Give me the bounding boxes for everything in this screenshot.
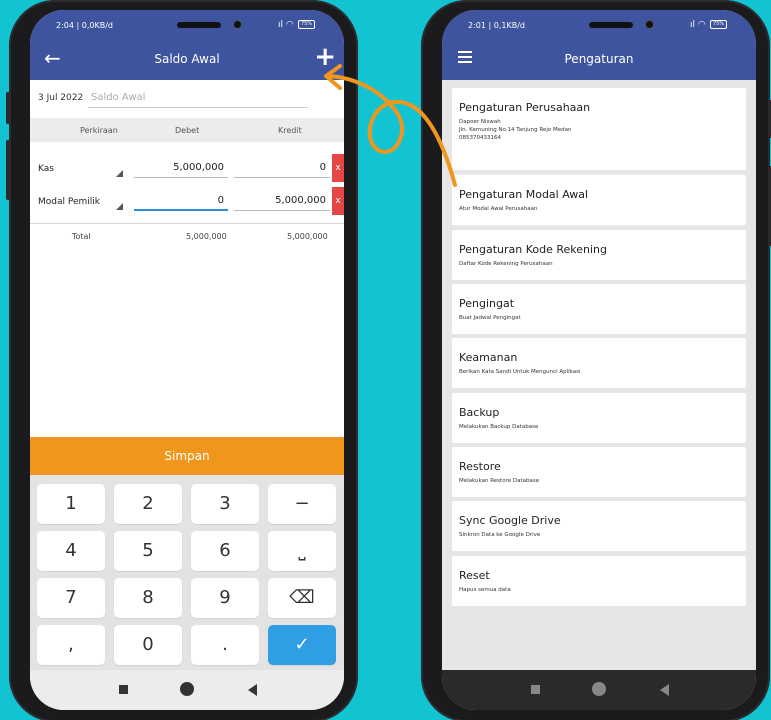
key-9[interactable]: 9 [191, 578, 259, 618]
key-0[interactable]: 0 [114, 625, 182, 665]
settings-item-restore[interactable]: Restore Melakukan Restore Database [452, 447, 746, 497]
settings-item-kode-rekening[interactable]: Pengaturan Kode Rekening Daftar Kode Rek… [452, 230, 746, 280]
debet-input[interactable]: 0 [134, 191, 228, 211]
item-title: Keamanan [459, 351, 518, 364]
status-time: 2:04 | 0,0KB/d [56, 21, 113, 30]
signal-icon: ıl ◠ [690, 20, 706, 30]
item-subtitle: 085370433164 [459, 135, 501, 141]
item-subtitle: Buat Jadwal Pengingat [459, 315, 521, 321]
debet-input[interactable]: 5,000,000 [134, 158, 228, 178]
item-subtitle: Dapoer Niswah [459, 119, 501, 125]
phone-pengaturan: 2:01 | 0,1KB/d ıl ◠ 75% Pengaturan Penga… [421, 0, 771, 720]
table-header: Perkiraan Debet Kredit [30, 118, 344, 142]
battery-icon: 75% [710, 20, 727, 29]
description-input[interactable]: Saldo Awal [88, 88, 308, 108]
column-header: Debet [175, 126, 200, 135]
confirm-check-icon[interactable]: ✓ [268, 625, 336, 665]
key-1[interactable]: 1 [37, 484, 105, 524]
divider [30, 223, 344, 224]
key-6[interactable]: 6 [191, 531, 259, 571]
signal-icon: ıl ◠ [278, 20, 294, 30]
column-header: Perkiraan [80, 126, 118, 135]
app-bar: ← Saldo Awal + [30, 40, 344, 80]
total-debet: 5,000,000 [186, 232, 227, 241]
total-kredit: 5,000,000 [287, 232, 328, 241]
camera-icon [645, 20, 654, 29]
column-header: Kredit [278, 126, 302, 135]
item-title: Pengaturan Kode Rekening [459, 243, 608, 256]
settings-item-perusahaan[interactable]: Pengaturan Perusahaan Dapoer Niswah Jln.… [452, 88, 746, 170]
back-icon[interactable] [660, 684, 669, 696]
item-title: Reset [459, 569, 490, 582]
key-comma[interactable]: , [37, 625, 105, 665]
item-subtitle: Melakukan Backup Database [459, 424, 539, 430]
key-3[interactable]: 3 [191, 484, 259, 524]
screen: 2:04 | 0,0KB/d ıl ◠ 75% ← Saldo Awal + 3… [30, 10, 344, 710]
account-select[interactable]: Kas [38, 164, 54, 174]
page-title: Pengaturan [564, 52, 634, 66]
kredit-input[interactable]: 5,000,000 [234, 191, 330, 211]
page-title: Saldo Awal [154, 52, 220, 66]
dropdown-triangle-icon [116, 170, 123, 177]
backspace-key-icon[interactable]: ⌫ [268, 578, 336, 618]
item-subtitle: Hapus semua data [459, 587, 511, 593]
date-field[interactable]: 3 Jul 2022 [38, 93, 83, 103]
table-row: Modal Pemilik 0 5,000,000 x [30, 187, 344, 215]
settings-item-reset[interactable]: Reset Hapus semua data [452, 556, 746, 606]
key-5[interactable]: 5 [114, 531, 182, 571]
key-minus[interactable]: − [268, 484, 336, 524]
key-4[interactable]: 4 [37, 531, 105, 571]
account-select[interactable]: Modal Pemilik [38, 197, 100, 207]
item-subtitle: Sinkron Data ke Google Drive [459, 532, 541, 538]
item-title: Pengaturan Perusahaan [459, 101, 591, 114]
item-subtitle: Jln. Kemuning No.14 Tanjung Rejo Medan [459, 127, 572, 133]
table-row: Kas 5,000,000 0 x [30, 154, 344, 182]
settings-item-backup[interactable]: Backup Melakukan Backup Database [452, 393, 746, 443]
home-icon[interactable] [592, 682, 606, 696]
key-8[interactable]: 8 [114, 578, 182, 618]
date-row: 3 Jul 2022 Saldo Awal [30, 84, 344, 112]
key-2[interactable]: 2 [114, 484, 182, 524]
item-subtitle: Melakukan Restore Database [459, 478, 540, 484]
item-subtitle: Berikan Kata Sandi Untuk Mengunci Aplika… [459, 369, 581, 375]
power-button [6, 140, 10, 200]
item-title: Backup [459, 406, 500, 419]
volume-button [6, 92, 10, 124]
battery-icon: 75% [298, 20, 315, 29]
status-bar: 2:01 | 0,1KB/d ıl ◠ 75% [442, 10, 756, 40]
settings-item-sync-google-drive[interactable]: Sync Google Drive Sinkron Data ke Google… [452, 501, 746, 551]
nav-bar [30, 670, 344, 710]
save-button[interactable]: Simpan [30, 437, 344, 475]
recents-icon[interactable] [119, 685, 128, 694]
item-title: Sync Google Drive [459, 514, 561, 527]
status-bar: 2:04 | 0,0KB/d ıl ◠ 75% [30, 10, 344, 40]
speaker-notch [177, 22, 221, 28]
camera-icon [233, 20, 242, 29]
settings-item-modal-awal[interactable]: Pengaturan Modal Awal Atur Modal Awal Pe… [452, 175, 746, 225]
dropdown-triangle-icon [116, 203, 123, 210]
item-title: Pengaturan Modal Awal [459, 188, 589, 201]
settings-item-keamanan[interactable]: Keamanan Berikan Kata Sandi Untuk Mengun… [452, 338, 746, 388]
app-bar: Pengaturan [442, 40, 756, 80]
status-time: 2:01 | 0,1KB/d [468, 21, 525, 30]
item-title: Pengingat [459, 297, 515, 310]
key-7[interactable]: 7 [37, 578, 105, 618]
speaker-notch [589, 22, 633, 28]
home-icon[interactable] [180, 682, 194, 696]
item-subtitle: Atur Modal Awal Perusahaan [459, 206, 538, 212]
settings-item-pengingat[interactable]: Pengingat Buat Jadwal Pengingat [452, 284, 746, 334]
curly-arrow-icon [324, 64, 457, 187]
key-period[interactable]: . [191, 625, 259, 665]
nav-bar [442, 670, 756, 710]
screen: 2:01 | 0,1KB/d ıl ◠ 75% Pengaturan Penga… [442, 10, 756, 710]
total-label: Total [72, 232, 91, 241]
delete-row-button[interactable]: x [332, 187, 344, 215]
item-subtitle: Daftar Kode Rekening Perusahaan [459, 261, 553, 267]
back-icon[interactable] [248, 684, 257, 696]
space-key-icon[interactable]: ⎵ [268, 531, 336, 571]
item-title: Restore [459, 460, 501, 473]
recents-icon[interactable] [531, 685, 540, 694]
